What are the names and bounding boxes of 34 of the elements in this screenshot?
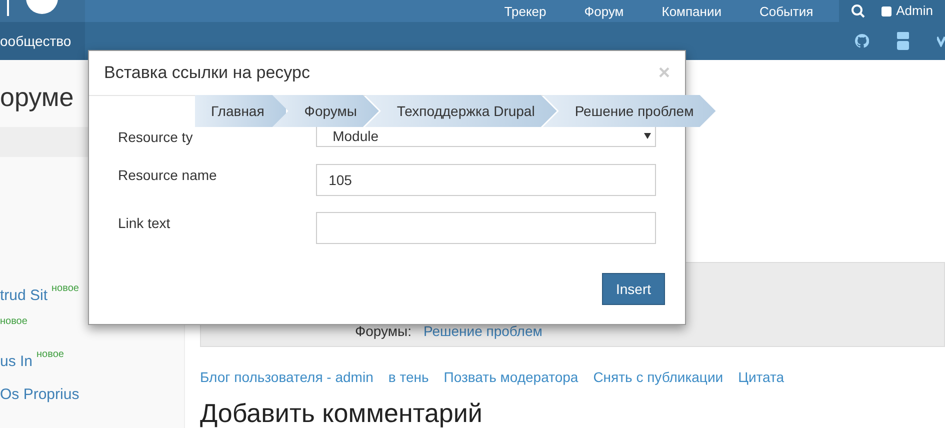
info-label: Форумы: bbox=[355, 322, 412, 341]
nav-link[interactable]: События bbox=[759, 4, 814, 18]
new-label: новое bbox=[52, 282, 79, 296]
new-label: новое bbox=[36, 348, 64, 362]
breadcrumb-item[interactable]: Техподдержка Drupal bbox=[364, 95, 557, 127]
field-label: Resource ty bbox=[118, 128, 194, 147]
action-link[interactable]: Блог пользователя - admin bbox=[200, 367, 374, 388]
breadcrumb-item[interactable]: Решение проблем bbox=[542, 95, 716, 127]
action-link[interactable]: Позвать модератора bbox=[444, 367, 578, 388]
insert-button[interactable]: Insert bbox=[602, 273, 665, 305]
github-icon[interactable] bbox=[855, 34, 869, 48]
nav-tab[interactable]: ообщество bbox=[0, 22, 85, 60]
input-field[interactable]: 105 bbox=[316, 164, 656, 196]
nav-link[interactable]: Компании bbox=[662, 4, 722, 18]
forum-topic-link[interactable]: Os Proprius bbox=[0, 384, 80, 406]
sidebar-heading: оруме bbox=[0, 81, 75, 114]
search-icon[interactable] bbox=[851, 4, 866, 18]
forum-topic-link[interactable]: us In bbox=[0, 351, 33, 374]
action-link[interactable]: Цитата bbox=[738, 367, 784, 388]
dialog-title: Вставка ссылки на ресурс bbox=[104, 62, 310, 84]
forum-topic-link[interactable]: trud Sit bbox=[0, 285, 48, 308]
comment-heading: Добавить комментарий bbox=[200, 398, 484, 428]
action-link[interactable]: Снять с публикации bbox=[593, 367, 724, 388]
forum-link[interactable]: Решение проблем bbox=[423, 321, 542, 342]
input-field[interactable] bbox=[316, 212, 656, 244]
action-link[interactable]: в тень bbox=[388, 367, 429, 388]
caret-icon bbox=[644, 133, 651, 139]
field-label: Link text bbox=[118, 214, 172, 233]
new-label: новое bbox=[0, 315, 28, 329]
nav-link[interactable]: Форум bbox=[584, 4, 624, 18]
user-icon bbox=[881, 6, 892, 16]
field-label: Resource name bbox=[118, 166, 218, 185]
breadcrumb-item[interactable]: Главная bbox=[195, 95, 286, 127]
nav-link[interactable]: Трекер bbox=[504, 4, 546, 18]
